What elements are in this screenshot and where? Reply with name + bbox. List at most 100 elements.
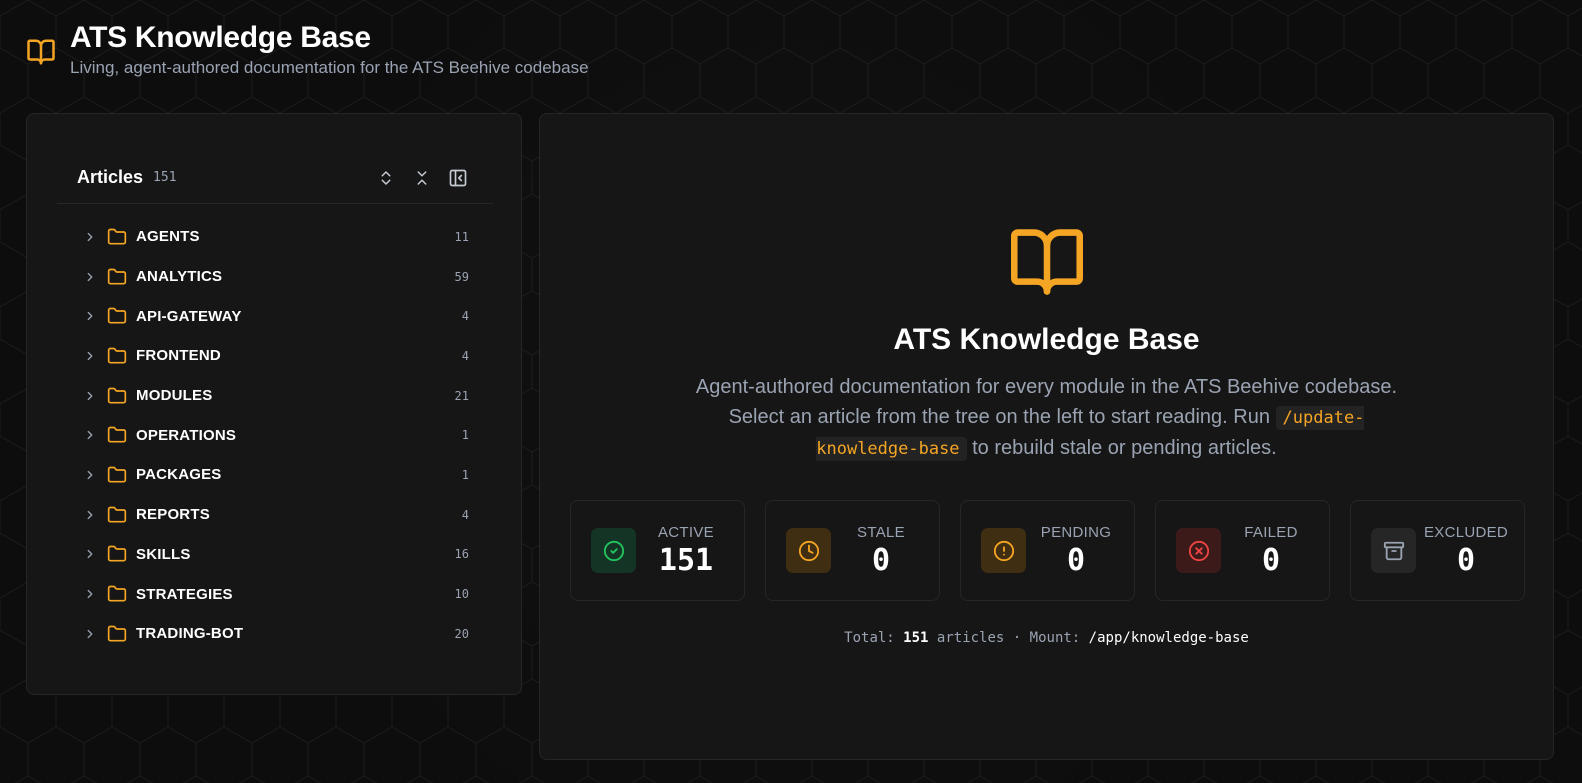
mount-path: /app/knowledge-base <box>1088 630 1249 646</box>
stat-value: 0 <box>1456 542 1476 578</box>
chevron-right-icon <box>87 589 93 599</box>
folder-icon <box>107 466 127 483</box>
stat-value: 0 <box>871 542 891 578</box>
tree-item-reports[interactable]: REPORTS 4 <box>83 495 469 535</box>
stat-value: 0 <box>1066 542 1086 578</box>
stat-icon-box <box>786 528 831 573</box>
sidebar-title: Articles <box>77 167 144 187</box>
tree-item-label: TRADING-BOT <box>136 625 244 643</box>
tree-item-count: 59 <box>454 269 469 284</box>
tree-item-count: 20 <box>454 626 469 641</box>
stat-icon-box <box>1176 528 1221 573</box>
stat-icon-box <box>981 528 1026 573</box>
tree-item-operations[interactable]: OPERATIONS 1 <box>83 415 469 455</box>
welcome-title: ATS Knowledge Base <box>893 323 1200 356</box>
tree-item-agents[interactable]: AGENTS 11 <box>83 217 469 257</box>
tree-item-modules[interactable]: MODULES 21 <box>83 376 469 416</box>
stat-icon-box <box>1371 528 1416 573</box>
book-open-icon <box>27 39 55 65</box>
summary-line: Total: 151 articles · Mount: /app/knowle… <box>540 630 1553 646</box>
folder-icon <box>107 387 127 404</box>
stat-value: 151 <box>658 542 714 578</box>
welcome-panel: ATS Knowledge Base Agent-authored docume… <box>539 113 1554 760</box>
folder-icon <box>107 426 127 443</box>
folder-icon <box>107 268 127 285</box>
tree-item-label: AGENTS <box>136 228 200 246</box>
folder-icon <box>107 307 127 324</box>
stat-value: 0 <box>1261 542 1281 578</box>
tree-item-count: 1 <box>461 428 469 443</box>
folder-icon <box>107 347 127 364</box>
chevron-right-icon <box>87 272 93 281</box>
stat-label: EXCLUDED <box>1423 523 1509 541</box>
tree-item-count: 4 <box>461 507 469 522</box>
tree-item-strategies[interactable]: STRATEGIES 10 <box>83 574 469 614</box>
tree-item-label: OPERATIONS <box>136 426 237 444</box>
stat-label: PENDING <box>1040 523 1112 541</box>
tree-item-label: STRATEGIES <box>136 585 233 603</box>
chevron-right-icon <box>87 391 93 400</box>
welcome-description: Agent-authored documentation for every m… <box>690 372 1403 464</box>
page-header: ATS Knowledge Base Living, agent-authore… <box>26 20 589 78</box>
chevron-right-icon <box>87 629 93 638</box>
tree-item-packages[interactable]: PACKAGES 1 <box>83 455 469 495</box>
chevron-right-icon <box>87 232 93 241</box>
chevron-right-icon <box>87 510 93 519</box>
tree-item-count: 4 <box>461 309 469 324</box>
chevron-right-icon <box>87 312 93 321</box>
sidebar-count: 151 <box>153 170 177 185</box>
total-label: Total: <box>844 630 895 646</box>
folder-icon <box>107 506 127 523</box>
panel-left-close-icon <box>449 169 467 186</box>
tree-item-label: REPORTS <box>136 506 210 524</box>
page-title: ATS Knowledge Base <box>70 21 371 54</box>
tree-item-count: 16 <box>454 547 469 562</box>
tree-item-count: 1 <box>461 467 469 482</box>
separator: · <box>1012 630 1022 646</box>
tree-item-label: ANALYTICS <box>136 268 223 286</box>
stat-card-pending[interactable]: PENDING 0 <box>960 500 1135 601</box>
stat-label: ACTIVE <box>658 523 714 541</box>
collapse-all-button[interactable] <box>411 167 433 189</box>
tree-item-label: API-GATEWAY <box>136 307 242 325</box>
stat-label: FAILED <box>1244 523 1298 541</box>
total-value: 151 <box>903 630 929 646</box>
book-open-icon <box>1011 229 1083 295</box>
stat-label: STALE <box>857 523 905 541</box>
tree-item-label: MODULES <box>136 387 213 405</box>
stat-card-active[interactable]: ACTIVE 151 <box>570 500 745 601</box>
stat-card-excluded[interactable]: EXCLUDED 0 <box>1350 500 1525 601</box>
folder-icon <box>107 546 127 562</box>
folder-icon <box>107 585 127 602</box>
chevrons-down-up-icon <box>417 170 427 185</box>
sidebar-header: Articles 151 <box>57 152 493 204</box>
stat-card-failed[interactable]: FAILED 0 <box>1155 500 1330 601</box>
articles-label: articles <box>936 630 1005 646</box>
tree-item-trading-bot[interactable]: TRADING-BOT 20 <box>83 614 469 654</box>
archive-icon <box>1383 541 1404 560</box>
tree-item-api-gateway[interactable]: API-GATEWAY 4 <box>83 296 469 336</box>
tree-item-analytics[interactable]: ANALYTICS 59 <box>83 257 469 297</box>
check-circle-icon <box>603 540 624 561</box>
tree-item-frontend[interactable]: FRONTEND 4 <box>83 336 469 376</box>
article-tree: AGENTS 11 ANALYTICS 59 API-GATEWAY 4 FRONTEND 4… <box>83 217 469 654</box>
tree-item-count: 11 <box>454 229 469 244</box>
expand-all-button[interactable] <box>375 167 397 189</box>
alert-circle-icon <box>993 540 1014 561</box>
chevrons-up-down-icon <box>381 170 391 185</box>
folder-icon <box>107 625 127 642</box>
folder-icon <box>107 228 127 245</box>
chevron-right-icon <box>87 431 93 440</box>
stat-icon-box <box>591 528 636 573</box>
x-circle-icon <box>1188 540 1209 561</box>
stat-card-stale[interactable]: STALE 0 <box>765 500 940 601</box>
tree-item-label: SKILLS <box>136 545 191 563</box>
tree-item-label: PACKAGES <box>136 466 222 484</box>
status-stats: ACTIVE 151 STALE 0 PENDING 0 FAILED 0 EXCLUDED 0 <box>570 500 1525 601</box>
tree-item-skills[interactable]: SKILLS 16 <box>83 535 469 575</box>
chevron-right-icon <box>87 351 93 361</box>
description-text-end: to rebuild stale or pending articles. <box>972 437 1277 459</box>
tree-item-count: 4 <box>461 348 469 363</box>
clock-icon <box>798 540 819 561</box>
collapse-sidebar-button[interactable] <box>447 167 469 189</box>
